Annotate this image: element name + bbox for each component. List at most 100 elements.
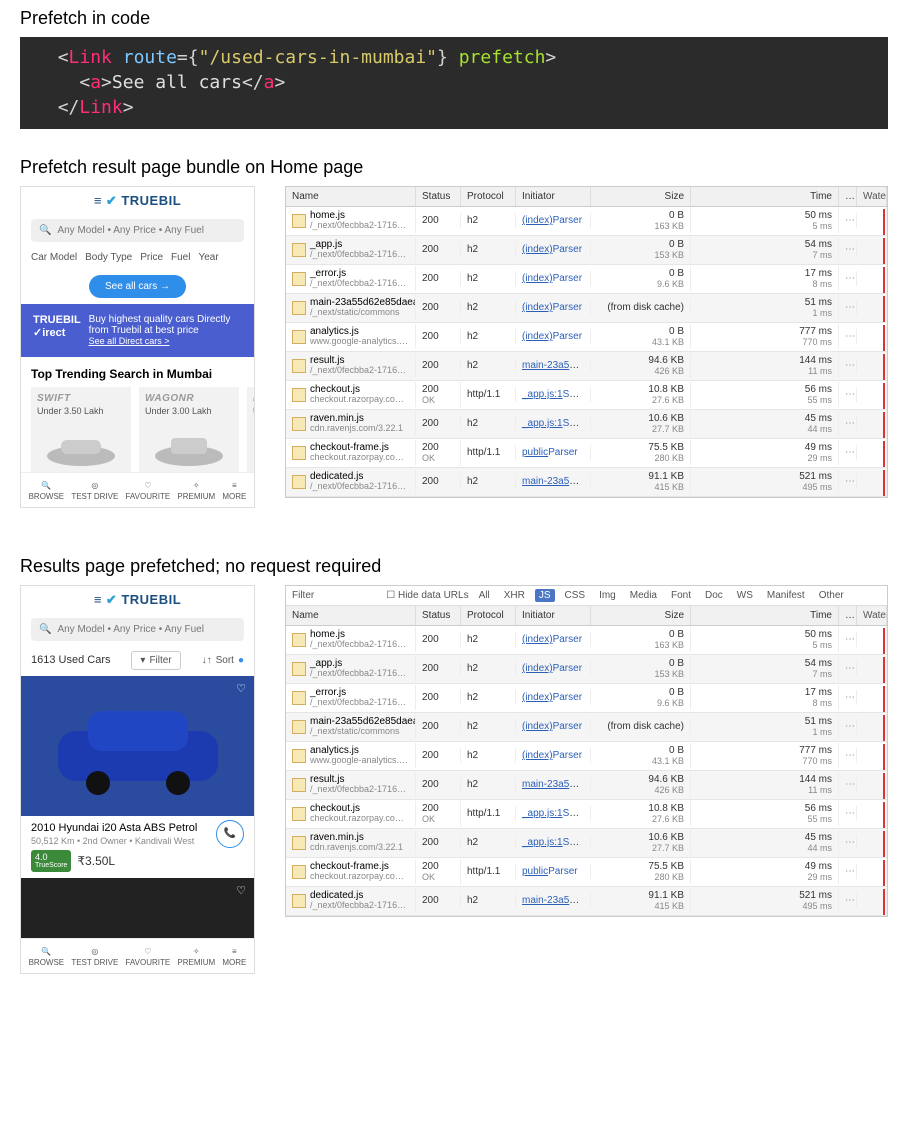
row-menu[interactable]: ⋯: [839, 329, 857, 344]
initiator-cell[interactable]: main-23a55…Script: [516, 893, 591, 908]
network-row[interactable]: _app.js/_next/0fecbba2-1716-4…200h2(inde…: [286, 655, 887, 684]
initiator-cell[interactable]: (index)Parser: [516, 661, 591, 676]
sort-button[interactable]: ↓↑Sort●: [202, 655, 244, 666]
network-row[interactable]: dedicated.js/_next/0fecbba2-1716-4…200h2…: [286, 887, 887, 916]
row-menu[interactable]: ⋯: [839, 213, 857, 228]
col-waterfall[interactable]: Wate: [857, 606, 887, 625]
call-button[interactable]: 📞: [216, 820, 244, 848]
row-menu[interactable]: ⋯: [839, 835, 857, 850]
initiator-cell[interactable]: (index)Parser: [516, 748, 591, 763]
search-input[interactable]: 🔍 Any Model • Any Price • Any Fuel: [31, 219, 244, 242]
col-initiator[interactable]: Initiator: [516, 606, 591, 625]
filter-chip-img[interactable]: Img: [595, 589, 620, 602]
initiator-cell[interactable]: publicParser: [516, 864, 591, 879]
pill-year[interactable]: Year: [198, 252, 218, 263]
row-menu[interactable]: ⋯: [839, 300, 857, 315]
row-menu[interactable]: ⋯: [839, 445, 857, 460]
network-row[interactable]: home.js/_next/0fecbba2-1716-4…200h2(inde…: [286, 626, 887, 655]
row-menu[interactable]: ⋯: [839, 806, 857, 821]
row-menu[interactable]: ⋯: [839, 358, 857, 373]
see-all-cars-button[interactable]: See all cars →: [89, 275, 186, 298]
network-row[interactable]: dedicated.js/_next/0fecbba2-1716-4…200h2…: [286, 468, 887, 497]
filter-chip-all[interactable]: All: [475, 589, 494, 602]
initiator-cell[interactable]: (index)Parser: [516, 271, 591, 286]
filter-chip-other[interactable]: Other: [815, 589, 848, 602]
row-menu[interactable]: ⋯: [839, 748, 857, 763]
row-menu[interactable]: ⋯: [839, 271, 857, 286]
initiator-cell[interactable]: _app.js:1Script: [516, 387, 591, 402]
row-menu[interactable]: ⋯: [839, 632, 857, 647]
row-menu[interactable]: ⋯: [839, 242, 857, 257]
col-protocol[interactable]: Protocol: [461, 187, 516, 206]
pill-body-type[interactable]: Body Type: [85, 252, 132, 263]
tab-browse[interactable]: 🔍BROWSE: [29, 481, 65, 501]
heart-icon[interactable]: ♡: [236, 884, 246, 897]
filter-chip-font[interactable]: Font: [667, 589, 695, 602]
filter-chip-css[interactable]: CSS: [561, 589, 590, 602]
col-name[interactable]: Name: [286, 187, 416, 206]
promo-link[interactable]: See all Direct cars >: [89, 336, 170, 346]
col-waterfall[interactable]: Wate: [857, 187, 887, 206]
row-menu[interactable]: ⋯: [839, 661, 857, 676]
heart-icon[interactable]: ♡: [236, 682, 246, 695]
network-row[interactable]: _app.js/_next/0fecbba2-1716-4…200h2(inde…: [286, 236, 887, 265]
initiator-cell[interactable]: (index)Parser: [516, 242, 591, 257]
trending-card[interactable]: B Unde: [247, 387, 254, 472]
network-row[interactable]: analytics.jswww.google-analytics.c…200h2…: [286, 323, 887, 352]
tab-test-drive[interactable]: ◎TEST DRIVE: [71, 947, 118, 967]
initiator-cell[interactable]: _app.js:1Script: [516, 416, 591, 431]
network-row[interactable]: raven.min.jscdn.ravenjs.com/3.22.1200h2_…: [286, 410, 887, 439]
row-menu[interactable]: ⋯: [839, 387, 857, 402]
network-row[interactable]: main-23a55d62e85daea…/_next/static/commo…: [286, 713, 887, 742]
hide-urls-checkbox[interactable]: ☐ Hide data URLs: [386, 590, 468, 601]
initiator-cell[interactable]: (index)Parser: [516, 719, 591, 734]
initiator-cell[interactable]: main-23a55…Script: [516, 474, 591, 489]
network-row[interactable]: _error.js/_next/0fecbba2-1716-4…200h2(in…: [286, 265, 887, 294]
initiator-cell[interactable]: (index)Parser: [516, 300, 591, 315]
col-size[interactable]: Size: [591, 187, 691, 206]
tab-more[interactable]: ≡MORE: [222, 947, 246, 967]
network-row[interactable]: raven.min.jscdn.ravenjs.com/3.22.1200h2_…: [286, 829, 887, 858]
col-status[interactable]: Status: [416, 606, 461, 625]
tab-more[interactable]: ≡MORE: [222, 481, 246, 501]
col-initiator[interactable]: Initiator: [516, 187, 591, 206]
initiator-cell[interactable]: (index)Parser: [516, 213, 591, 228]
row-menu[interactable]: ⋯: [839, 777, 857, 792]
row-menu[interactable]: ⋯: [839, 474, 857, 489]
network-row[interactable]: checkout.jscheckout.razorpay.com/v1200OK…: [286, 800, 887, 829]
network-row[interactable]: checkout.jscheckout.razorpay.com/v1200OK…: [286, 381, 887, 410]
col-time[interactable]: Time: [691, 606, 839, 625]
initiator-cell[interactable]: publicParser: [516, 445, 591, 460]
listing-photo[interactable]: ♡: [21, 676, 254, 816]
filter-chip-media[interactable]: Media: [626, 589, 661, 602]
row-menu[interactable]: ⋯: [839, 690, 857, 705]
promo-banner[interactable]: TRUEBIL ✓irect Buy highest quality cars …: [21, 304, 254, 357]
network-row[interactable]: main-23a55d62e85daea…/_next/static/commo…: [286, 294, 887, 323]
filter-chip-manifest[interactable]: Manifest: [763, 589, 809, 602]
tab-premium[interactable]: ✧PREMIUM: [177, 947, 215, 967]
network-row[interactable]: checkout-frame.jscheckout.razorpay.com/v…: [286, 439, 887, 468]
initiator-cell[interactable]: _app.js:1Script: [516, 806, 591, 821]
initiator-cell[interactable]: main-23a55…Script: [516, 777, 591, 792]
col-status[interactable]: Status: [416, 187, 461, 206]
col-time[interactable]: Time: [691, 187, 839, 206]
tab-browse[interactable]: 🔍BROWSE: [29, 947, 65, 967]
filter-chip-xhr[interactable]: XHR: [500, 589, 529, 602]
initiator-cell[interactable]: (index)Parser: [516, 690, 591, 705]
tab-premium[interactable]: ✧PREMIUM: [177, 481, 215, 501]
initiator-cell[interactable]: (index)Parser: [516, 329, 591, 344]
network-row[interactable]: analytics.jswww.google-analytics.c…200h2…: [286, 742, 887, 771]
tab-test-drive[interactable]: ◎TEST DRIVE: [71, 481, 118, 501]
row-menu[interactable]: ⋯: [839, 864, 857, 879]
tab-favourite[interactable]: ♡FAVOURITE: [125, 481, 170, 501]
trending-card[interactable]: SWIFT Under 3.50 Lakh: [31, 387, 131, 472]
pill-fuel[interactable]: Fuel: [171, 252, 190, 263]
filter-button[interactable]: ▾Filter: [131, 651, 180, 670]
filter-chip-js[interactable]: JS: [535, 589, 555, 602]
row-menu[interactable]: ⋯: [839, 893, 857, 908]
pill-car-model[interactable]: Car Model: [31, 252, 77, 263]
col-size[interactable]: Size: [591, 606, 691, 625]
initiator-cell[interactable]: _app.js:1Script: [516, 835, 591, 850]
filter-chip-doc[interactable]: Doc: [701, 589, 727, 602]
tab-favourite[interactable]: ♡FAVOURITE: [125, 947, 170, 967]
